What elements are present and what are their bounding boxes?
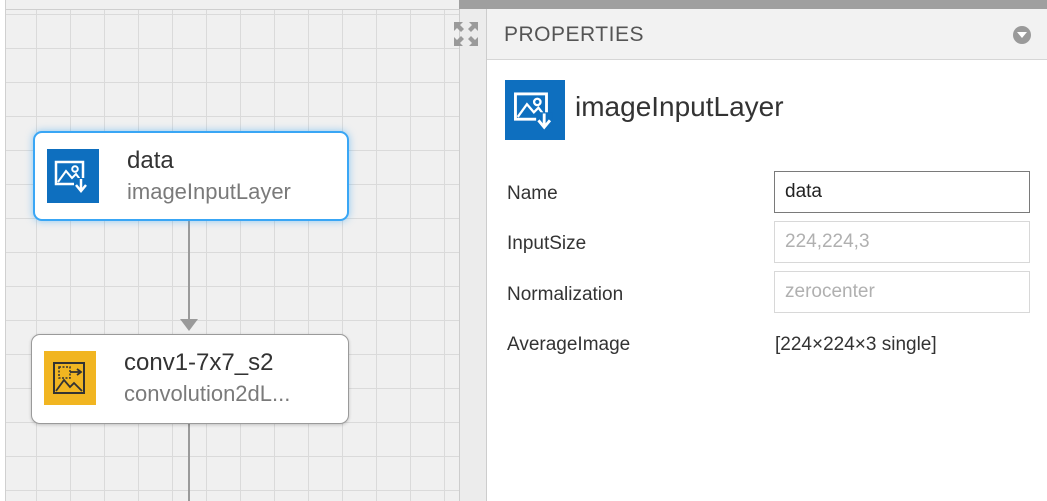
edge-data-to-conv1 bbox=[188, 221, 190, 321]
edge-arrowhead bbox=[180, 319, 198, 331]
fit-to-view-icon[interactable] bbox=[452, 20, 480, 48]
average-image-value: [224×224×3 single] bbox=[775, 334, 937, 355]
layer-node-type: imageInputLayer bbox=[127, 179, 291, 204]
input-size-field bbox=[774, 221, 1030, 263]
layer-node-name: conv1-7x7_s2 bbox=[124, 349, 274, 376]
canvas-top-border bbox=[0, 0, 459, 10]
image-input-icon bbox=[505, 80, 565, 140]
average-image-label: AverageImage bbox=[507, 334, 631, 355]
convolution-icon bbox=[44, 351, 96, 405]
properties-panel: PROPERTIES imageInputLayer Name InputSiz… bbox=[487, 9, 1047, 501]
panel-top-border bbox=[459, 0, 1047, 9]
panel-title: PROPERTIES bbox=[504, 23, 644, 46]
name-field[interactable] bbox=[774, 171, 1030, 213]
edge-conv1-out bbox=[188, 424, 190, 501]
layer-node-conv1[interactable]: conv1-7x7_s2 convolution2dL... bbox=[31, 334, 349, 424]
selected-layer-type: imageInputLayer bbox=[575, 91, 784, 122]
collapse-panel-button[interactable] bbox=[1013, 26, 1031, 44]
canvas-left-border bbox=[0, 0, 6, 501]
normalization-label: Normalization bbox=[507, 284, 624, 305]
name-label: Name bbox=[507, 183, 558, 204]
properties-header: PROPERTIES bbox=[487, 9, 1047, 60]
image-input-icon bbox=[47, 149, 99, 203]
layer-node-type: convolution2dL... bbox=[124, 381, 291, 406]
layer-node-data[interactable]: data imageInputLayer bbox=[33, 131, 349, 221]
panel-splitter[interactable] bbox=[459, 9, 487, 501]
layer-node-name: data bbox=[127, 147, 174, 174]
normalization-field bbox=[774, 271, 1030, 313]
input-size-label: InputSize bbox=[507, 233, 587, 254]
network-canvas[interactable]: data imageInputLayer conv1-7x7_s2 convol… bbox=[0, 0, 459, 501]
